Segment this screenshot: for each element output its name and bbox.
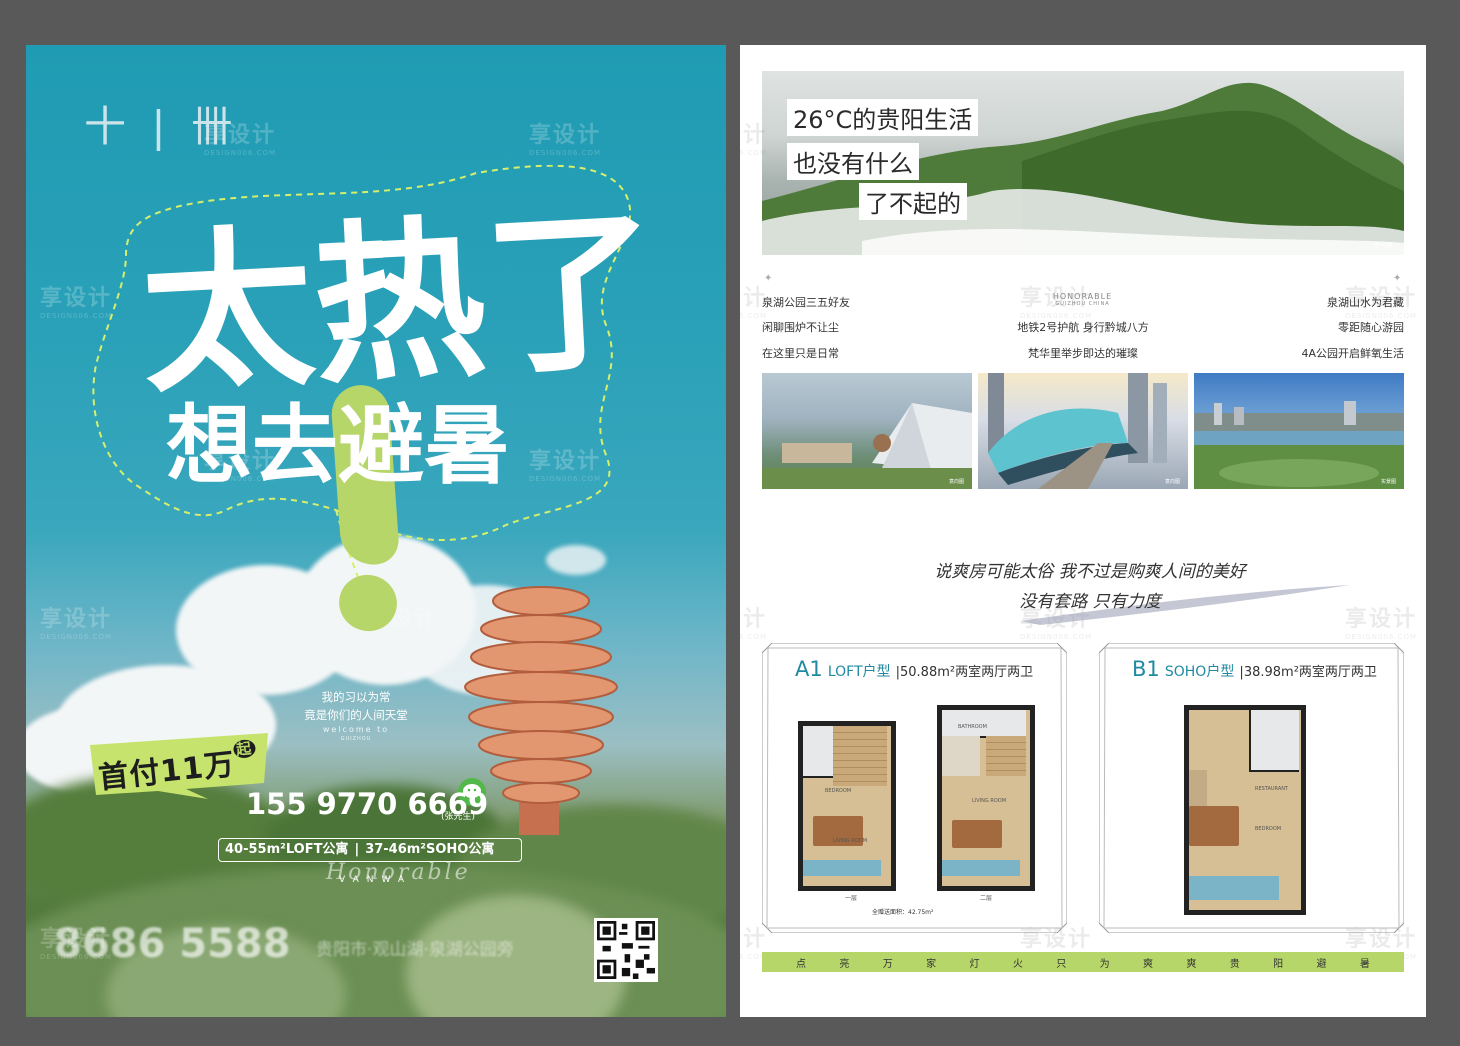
watermark: 享设计DESIGN006.COM bbox=[740, 123, 768, 157]
spec-soho: 37-46m²SOHO公寓 bbox=[365, 842, 495, 857]
tagline-line-2: 竟是你们的人间天堂 bbox=[304, 708, 408, 722]
watermark: 享设计DESIGN006.COM bbox=[40, 607, 113, 641]
bottom-char: 万 bbox=[882, 958, 893, 970]
staircase bbox=[986, 736, 1026, 776]
hero-line-2: 也没有什么 bbox=[787, 143, 919, 180]
floor-plan-b1: RESTAURANT BEDROOM bbox=[1184, 705, 1306, 915]
gift-area-note: 全赠送面积：42.75m² bbox=[872, 909, 934, 916]
svg-text:太热了: 太热了 bbox=[137, 189, 651, 413]
balcony bbox=[1189, 876, 1279, 900]
headline: 太热了 bbox=[137, 189, 651, 413]
feature-right-2: 零距随心游园 bbox=[1338, 321, 1404, 334]
feature-left-2: 闲聊围炉不让尘 bbox=[762, 321, 839, 334]
photo-metro: 意向图 bbox=[978, 373, 1188, 489]
watermark: 享设计DESIGN006.COM bbox=[529, 123, 602, 157]
balcony bbox=[803, 860, 881, 876]
feature-center-2: 梵华里举步即达的璀璨 bbox=[1028, 347, 1138, 360]
staircase bbox=[833, 726, 887, 786]
bottom-char: 爽 bbox=[1143, 958, 1153, 970]
photo-camping: 意向图 bbox=[762, 373, 972, 489]
plan-a-title: A1 LOFT户型 |50.88m²两室两厅两卫 bbox=[795, 657, 1034, 681]
room-label: BEDROOM bbox=[1255, 826, 1282, 832]
bathroom bbox=[1249, 710, 1299, 772]
bottom-char: 贵 bbox=[1229, 958, 1240, 970]
feature-center-1: 地铁2号护航 身行黔城八方 bbox=[1017, 321, 1149, 334]
floor-plan-a1-level1: BEDROOM LIVING ROOM bbox=[798, 721, 896, 891]
hotline-number: 8686 5588 bbox=[54, 921, 291, 967]
sub-headline: 想去避暑 bbox=[166, 396, 510, 496]
bottom-slogan-bar: 点 亮 万 家 灯 火 只 为 爽 爽 贵 阳 避 暑 bbox=[762, 952, 1404, 972]
bottom-char: 亮 bbox=[839, 958, 850, 970]
spec-loft: 40-55m²LOFT公寓 bbox=[225, 842, 349, 857]
hero-line-3: 了不起的 bbox=[859, 183, 967, 220]
photo-caption: 意向图 bbox=[948, 479, 964, 485]
left-poster: 享设计 DESIGN006.COM 享设计 DESIGN006.COM 享设计 DES… bbox=[26, 45, 726, 1017]
floor-label-1: 一层 bbox=[845, 895, 858, 902]
photo-caption: 实景图 bbox=[1380, 479, 1396, 485]
watermark: 享设计DESIGN006.COM bbox=[1345, 607, 1418, 641]
hero-line-1: 26°C的贵阳生活 bbox=[787, 99, 979, 136]
bottom-char: 避 bbox=[1316, 958, 1327, 970]
contact-name: (张先生) bbox=[441, 812, 476, 822]
svg-text:想去避暑: 想去避暑 bbox=[166, 396, 510, 496]
bottom-char: 爽 bbox=[1186, 958, 1197, 970]
watermark: 享设计DESIGN006.COM bbox=[740, 607, 768, 641]
bottom-char: 家 bbox=[926, 958, 937, 970]
feature-right-3: 4A公园开启鲜氧生活 bbox=[1301, 347, 1404, 360]
photo-caption: 意向图 bbox=[1164, 479, 1180, 485]
photo-park: 实景图 bbox=[1194, 373, 1404, 489]
room-label: LIVING ROOM bbox=[972, 798, 1007, 804]
plan-b-title: B1 SOHO户型 |38.98m²两室两厅两卫 bbox=[1132, 657, 1377, 681]
bottom-char: 暑 bbox=[1359, 958, 1370, 970]
hero-mountain-image: 26°C的贵阳生活 也没有什么 了不起的 意向图 bbox=[762, 71, 1404, 255]
bathroom bbox=[803, 726, 835, 778]
floor-plan-a1-level2: BATHROOM LIVING ROOM bbox=[937, 705, 1035, 891]
hero-caption: 意向图 bbox=[1373, 242, 1392, 249]
handwritten-slogan: 说爽房可能太俗 我不过是购爽人间的美好 没有套路 只有力度 bbox=[900, 557, 1280, 617]
balcony bbox=[942, 860, 1020, 876]
bottom-char: 点 bbox=[796, 958, 806, 970]
room-label: RESTAURANT bbox=[1255, 786, 1289, 792]
brand-logo: 十 | 卌 bbox=[84, 102, 239, 151]
bottom-char: 火 bbox=[1012, 958, 1023, 970]
sparkle-icon: ✦ bbox=[1393, 273, 1402, 284]
bottom-char: 只 bbox=[1056, 958, 1067, 970]
honorable-mark: HONORABLE GUIZHOU CHINA bbox=[1052, 292, 1113, 307]
slogan-line-1: 说爽房可能太俗 我不过是购爽人间的美好 bbox=[934, 562, 1246, 582]
feature-left-3: 在这里只是日常 bbox=[762, 347, 839, 360]
sparkle-icon: ✦ bbox=[764, 273, 773, 284]
apartment-specs: 40-55m²LOFT公寓 | 37-46m²SOHO公寓 bbox=[218, 838, 522, 862]
tagline-place: GUIZHOU bbox=[340, 736, 372, 742]
room-label: LIVING ROOM bbox=[833, 838, 868, 844]
project-address: 贵阳市·观山湖·泉湖公园旁 bbox=[316, 940, 514, 960]
bottom-char: 灯 bbox=[969, 958, 980, 970]
bed bbox=[952, 820, 1002, 848]
feature-right-1: 泉湖山水为君藏 bbox=[1327, 296, 1404, 309]
room-label: BATHROOM bbox=[958, 724, 987, 730]
tagline-line-1: 我的习以为常 bbox=[321, 690, 391, 704]
slogan-line-2: 没有套路 只有力度 bbox=[1019, 592, 1161, 612]
room-label: BEDROOM bbox=[825, 788, 852, 794]
closet bbox=[942, 736, 980, 776]
qr-code[interactable] bbox=[594, 918, 658, 982]
right-poster: 26°C的贵阳生活 也没有什么 了不起的 意向图 享设计DESIGN006.CO… bbox=[740, 45, 1426, 1017]
bed bbox=[1189, 806, 1239, 846]
brand-wordmark: VANWA bbox=[339, 875, 413, 885]
bottom-char: 阳 bbox=[1273, 958, 1284, 970]
floor-label-2: 二层 bbox=[980, 895, 993, 902]
tagline-welcome: welcome to bbox=[322, 725, 390, 734]
feature-left-1: 泉湖公园三五好友 bbox=[762, 296, 850, 309]
bottom-char: 为 bbox=[1099, 958, 1110, 970]
